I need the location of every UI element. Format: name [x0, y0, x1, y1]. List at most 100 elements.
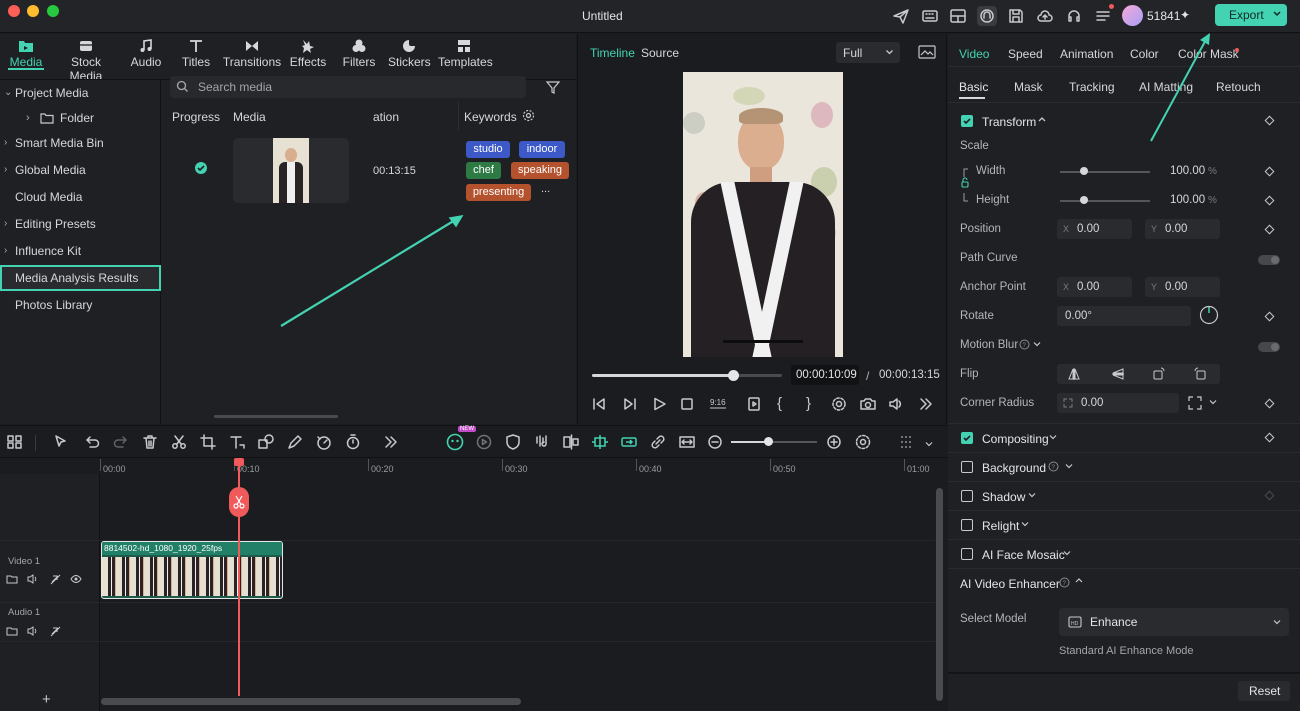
timeline-vertical-scrollbar[interactable]	[936, 488, 943, 701]
background-checkbox[interactable]	[961, 461, 973, 473]
tab-transitions[interactable]: Transitions	[222, 38, 282, 70]
previous-frame-icon[interactable]	[591, 396, 607, 412]
column-header-keywords[interactable]: Keywords	[464, 110, 517, 124]
zoom-select[interactable]: Full	[836, 42, 900, 63]
keyboard-icon[interactable]	[920, 6, 940, 26]
stop-icon[interactable]	[679, 396, 695, 412]
headset-icon[interactable]	[1064, 6, 1084, 26]
corner-expand-icon[interactable]	[1188, 396, 1202, 410]
column-header-duration[interactable]: ation	[373, 110, 399, 124]
support-icon[interactable]	[977, 6, 997, 26]
keyframe-diamond-icon[interactable]	[1264, 115, 1275, 126]
tab-templates[interactable]: Templates	[438, 38, 493, 70]
playhead-handle[interactable]	[234, 458, 244, 466]
sidebar-item-folder[interactable]: › Folder	[0, 105, 161, 131]
cloud-upload-icon[interactable]	[1035, 6, 1055, 26]
height-slider-handle[interactable]	[1080, 196, 1088, 204]
help-icon[interactable]: ?	[1019, 339, 1030, 350]
snapshot-frame-icon[interactable]	[918, 44, 936, 60]
keyframe-diamond-icon[interactable]	[1264, 166, 1275, 177]
keyword-tag-presenting[interactable]: presenting	[466, 184, 531, 201]
subtab-basic[interactable]: Basic	[959, 80, 988, 94]
sidebar-item-editing-presets[interactable]: › Editing Presets	[0, 211, 161, 237]
layout-icon[interactable]	[948, 6, 968, 26]
undo-icon[interactable]	[83, 433, 101, 451]
menu-icon[interactable]	[1093, 6, 1113, 26]
flip-vertical-icon[interactable]	[1111, 367, 1125, 381]
tab-speed[interactable]: Speed	[1008, 47, 1043, 61]
reset-button[interactable]: Reset	[1238, 681, 1290, 701]
tab-stickers[interactable]: Stickers	[388, 38, 431, 70]
mute-track-icon[interactable]	[49, 573, 61, 585]
tab-titles[interactable]: Titles	[176, 38, 216, 70]
rotate-input[interactable]: 0.00°	[1057, 306, 1191, 326]
sidebar-item-influence-kit[interactable]: › Influence Kit	[0, 238, 161, 264]
chevron-down-icon[interactable]	[1048, 431, 1058, 443]
height-slider[interactable]	[1060, 196, 1150, 204]
volume-icon[interactable]	[27, 573, 39, 585]
volume-icon[interactable]	[888, 396, 904, 412]
avatar[interactable]	[1122, 5, 1143, 26]
save-icon[interactable]	[1006, 6, 1026, 26]
sidebar-item-global-media[interactable]: › Global Media	[0, 157, 161, 183]
sidebar-item-smart-media-bin[interactable]: › Smart Media Bin	[0, 130, 161, 156]
more-keywords[interactable]: ...	[541, 183, 550, 195]
compositing-checkbox[interactable]	[961, 432, 973, 444]
camera-icon[interactable]	[859, 396, 877, 412]
current-time-box[interactable]: 00:00:10:09	[791, 365, 859, 385]
chevron-down-icon[interactable]	[1064, 460, 1074, 472]
rotate-dial-icon[interactable]	[1199, 305, 1219, 325]
folder-lock-icon[interactable]	[6, 573, 18, 585]
subtab-retouch[interactable]: Retouch	[1216, 80, 1261, 94]
tab-effects[interactable]: Effects	[288, 38, 328, 70]
keyframe-diamond-icon[interactable]	[1264, 432, 1275, 443]
position-x-input[interactable]: X 0.00	[1057, 219, 1132, 239]
tab-filters[interactable]: Filters	[340, 38, 378, 70]
height-value[interactable]: 100.00	[1170, 194, 1205, 206]
chevron-down-icon[interactable]	[1062, 547, 1072, 559]
width-value[interactable]: 100.00	[1170, 165, 1205, 177]
eye-icon[interactable]	[70, 573, 82, 585]
mute-track-icon[interactable]	[49, 625, 61, 637]
horizontal-scrollbar[interactable]	[214, 415, 338, 418]
playback-scrubber[interactable]	[592, 370, 782, 381]
subtab-tracking[interactable]: Tracking	[1069, 80, 1115, 94]
tab-video[interactable]: Video	[959, 47, 989, 61]
tab-source[interactable]: Source	[641, 46, 679, 60]
folder-lock-icon[interactable]	[6, 625, 18, 637]
tab-timeline[interactable]: Timeline	[590, 46, 635, 60]
add-track-button[interactable]: +	[42, 691, 51, 708]
volume-icon[interactable]	[27, 625, 39, 637]
export-button[interactable]: Export	[1215, 4, 1287, 26]
motion-blur-toggle[interactable]	[1258, 342, 1280, 352]
column-header-progress[interactable]: Progress	[172, 110, 220, 124]
chevron-down-icon[interactable]	[1027, 489, 1037, 501]
rotate-cw-icon[interactable]	[1152, 367, 1166, 381]
layout-grid-icon[interactable]	[6, 433, 24, 451]
tab-animation[interactable]: Animation	[1060, 47, 1113, 61]
aspect-ratio-icon[interactable]: 9:16	[708, 394, 728, 412]
subtab-mask[interactable]: Mask	[1014, 80, 1043, 94]
anchor-x-input[interactable]: X 0.00	[1057, 277, 1132, 297]
chevron-down-icon[interactable]	[1208, 396, 1218, 408]
position-y-input[interactable]: Y 0.00	[1145, 219, 1220, 239]
help-icon[interactable]: ?	[1059, 577, 1070, 588]
zoom-window-button[interactable]	[47, 5, 59, 17]
preview-settings-icon[interactable]	[831, 396, 847, 412]
play-icon[interactable]	[651, 396, 667, 412]
send-icon[interactable]	[891, 6, 911, 26]
ai-face-mosaic-checkbox[interactable]	[961, 548, 973, 560]
video-clip[interactable]: 8814502-hd_1080_1920_25fps	[101, 541, 283, 599]
corner-radius-input[interactable]: 0.00	[1057, 393, 1179, 413]
scrubber-handle[interactable]	[727, 370, 739, 381]
keyframe-diamond-icon[interactable]	[1264, 398, 1275, 409]
settings-gear-icon[interactable]	[522, 109, 535, 122]
mark-in-icon[interactable]: {	[777, 395, 782, 412]
shadow-checkbox[interactable]	[961, 490, 973, 502]
width-slider[interactable]	[1060, 167, 1150, 175]
keyword-tag-indoor[interactable]: indoor	[519, 141, 565, 158]
tab-stock-media[interactable]: Stock Media	[54, 38, 118, 83]
help-icon[interactable]: ?	[1048, 461, 1059, 472]
expand-more-icon[interactable]	[917, 396, 933, 412]
tab-audio[interactable]: Audio	[126, 38, 166, 70]
